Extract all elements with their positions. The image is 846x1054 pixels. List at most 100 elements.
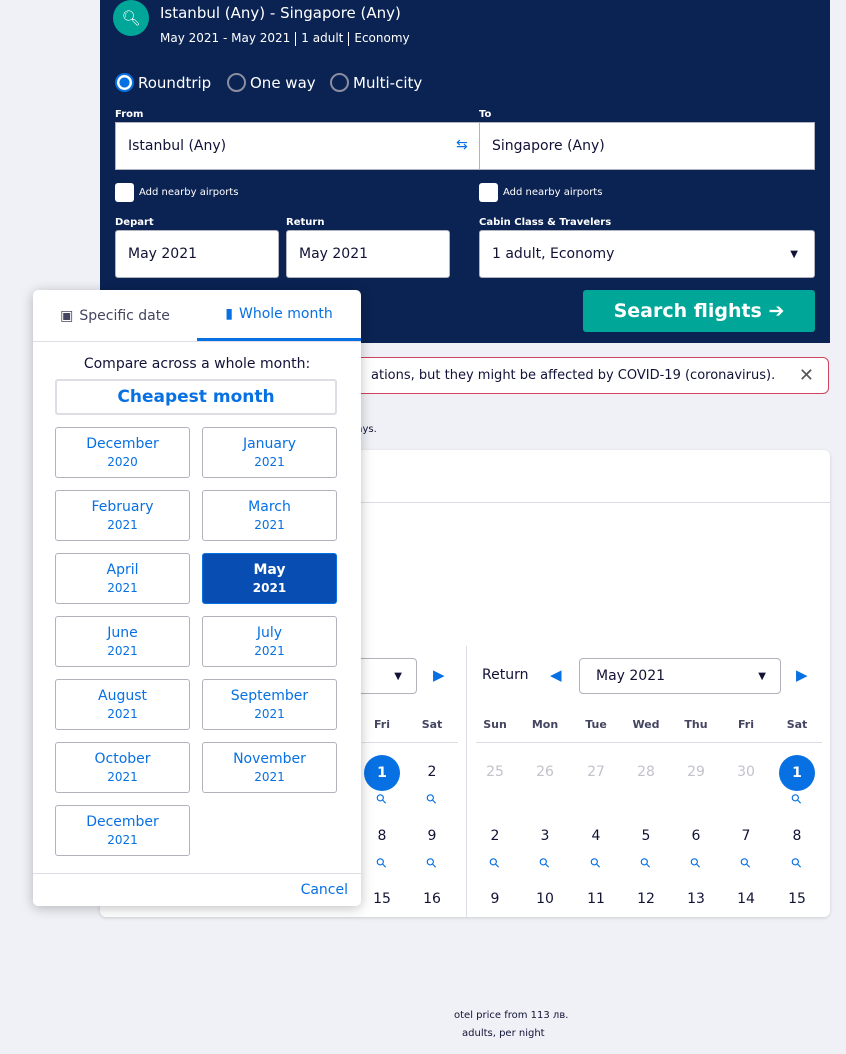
month-year: 2021 [107,769,138,784]
tab-label: Whole month [239,306,333,322]
calendar-day[interactable]: 16 [412,891,452,907]
calendar-day[interactable]: 8 [362,828,402,844]
weekday-header: Sat [421,718,443,731]
calendar-day[interactable]: 27 [576,764,616,780]
checkbox-label: Add nearby airports [503,187,603,198]
weekday-header: Fri [737,718,754,731]
month-name: September [230,687,309,704]
month-option[interactable]: April 2021 [55,553,190,604]
search-icon[interactable]: ⚲ [778,844,817,883]
month-value: May 2021 [596,668,666,684]
depart-input[interactable]: May 2021 [115,230,279,278]
summary-cabin: Economy [354,31,410,45]
calendar-day[interactable]: 30 [726,764,766,780]
calendar-day[interactable]: 13 [676,891,716,907]
calendar-day[interactable]: 9 [475,891,515,907]
calendar-day[interactable]: 26 [525,764,565,780]
radio-multi-city[interactable]: Multi-city [330,73,422,92]
calendar-day[interactable]: 12 [626,891,666,907]
cabin-select[interactable]: 1 adult, Economy ▼ [479,230,815,278]
month-option[interactable]: February 2021 [55,490,190,541]
month-option[interactable]: January 2021 [202,427,337,478]
calendar-day[interactable]: 14 [726,891,766,907]
to-value: Singapore (Any) [492,138,605,154]
search-icon[interactable]: ⚲ [476,844,515,883]
search-icon[interactable]: ⚲ [627,844,666,883]
search-icon[interactable]: ⚲ [526,844,565,883]
tab-specific-date[interactable]: ▣ Specific date [33,290,197,341]
search-icon[interactable]: ⚲ [363,844,402,883]
from-input[interactable]: Istanbul (Any) [115,122,480,170]
month-year: 2021 [107,832,138,847]
search-summary-title: Istanbul (Any) - Singapore (Any) [160,4,401,22]
search-icon[interactable]: ⚲ [413,844,452,883]
radio-one-way[interactable]: One way [227,73,316,92]
depart-value: May 2021 [128,246,198,262]
calendar-day[interactable]: 25 [475,764,515,780]
from-nearby-checkbox[interactable]: Add nearby airports [115,183,238,202]
month-option[interactable]: December 2020 [55,427,190,478]
next-month-arrow[interactable]: ▶ [433,666,445,684]
search-icon[interactable]: ⚲ [727,844,766,883]
calendar-day[interactable]: 29 [676,764,716,780]
calendar-day[interactable]: 11 [576,891,616,907]
month-picker-popup: ▣ Specific date ▮ Whole month Compare acro… [33,290,361,906]
hotel-price: otel price from 113 лв. [454,1010,569,1021]
button-label: Search flights [613,300,762,322]
month-option[interactable]: March 2021 [202,490,337,541]
prev-month-arrow[interactable]: ◀ [550,666,562,684]
calendar-day[interactable]: 9 [412,828,452,844]
swap-icon[interactable]: ⇆ [456,137,468,153]
month-name: December [86,435,159,452]
calendar-day[interactable]: 15 [777,891,817,907]
checkbox-label: Add nearby airports [139,187,239,198]
search-flights-button[interactable]: Search flights ➔ [583,290,815,332]
calendar-day[interactable]: 5 [626,828,666,844]
month-year: 2021 [252,580,287,595]
tab-label: Specific date [79,307,170,324]
month-name: August [98,687,147,704]
return-month-select[interactable]: May 2021 ▼ [579,658,781,694]
month-year: 2021 [254,706,285,721]
search-icon[interactable]: ⚲ [677,844,716,883]
to-input[interactable]: Singapore (Any) [479,122,815,170]
divider [33,873,361,874]
cheapest-month-button[interactable]: Cheapest month [55,379,337,415]
search-icon[interactable]: 🔍︎ [113,0,149,36]
search-icon[interactable]: ⚲ [413,780,452,819]
arrow-right-icon: ➔ [768,300,785,322]
calendar-day[interactable]: 6 [676,828,716,844]
month-year: 2021 [254,643,285,658]
divider [476,742,822,743]
radio-roundtrip[interactable]: Roundtrip [115,73,211,92]
month-option[interactable]: October 2021 [55,742,190,793]
calendar-day[interactable]: 10 [525,891,565,907]
calendar-day[interactable]: 7 [726,828,766,844]
close-icon[interactable]: ✕ [799,365,814,386]
month-option[interactable]: September 2021 [202,679,337,730]
radio-label: Multi-city [353,73,423,92]
calendar-day[interactable]: 15 [362,891,402,907]
cancel-button[interactable]: Cancel [301,882,348,898]
month-option[interactable]: December 2021 [55,805,190,856]
calendar-day[interactable]: 28 [626,764,666,780]
tab-whole-month[interactable]: ▮ Whole month [197,290,361,341]
calendar-day[interactable]: 2 [475,828,515,844]
month-option[interactable]: August 2021 [55,679,190,730]
calendar-day[interactable]: 4 [576,828,616,844]
month-option[interactable]: July 2021 [202,616,337,667]
next-month-arrow[interactable]: ▶ [796,666,808,684]
calendar-day[interactable]: 8 [777,828,817,844]
hotel-subtext: adults, per night [462,1028,545,1039]
return-input[interactable]: May 2021 [286,230,450,278]
calendar-day[interactable]: 2 [412,764,452,780]
to-nearby-checkbox[interactable]: Add nearby airports [479,183,602,202]
month-option[interactable]: November 2021 [202,742,337,793]
month-option[interactable]: May 2021 [202,553,337,604]
month-option[interactable]: June 2021 [55,616,190,667]
covid-alert: ations, but they might be affected by CO… [340,357,829,394]
search-icon[interactable]: ⚲ [577,844,616,883]
calendar-day[interactable]: 3 [525,828,565,844]
compare-label: Compare across a whole month: [83,356,311,372]
bar-chart-icon: ▮ [225,306,234,322]
